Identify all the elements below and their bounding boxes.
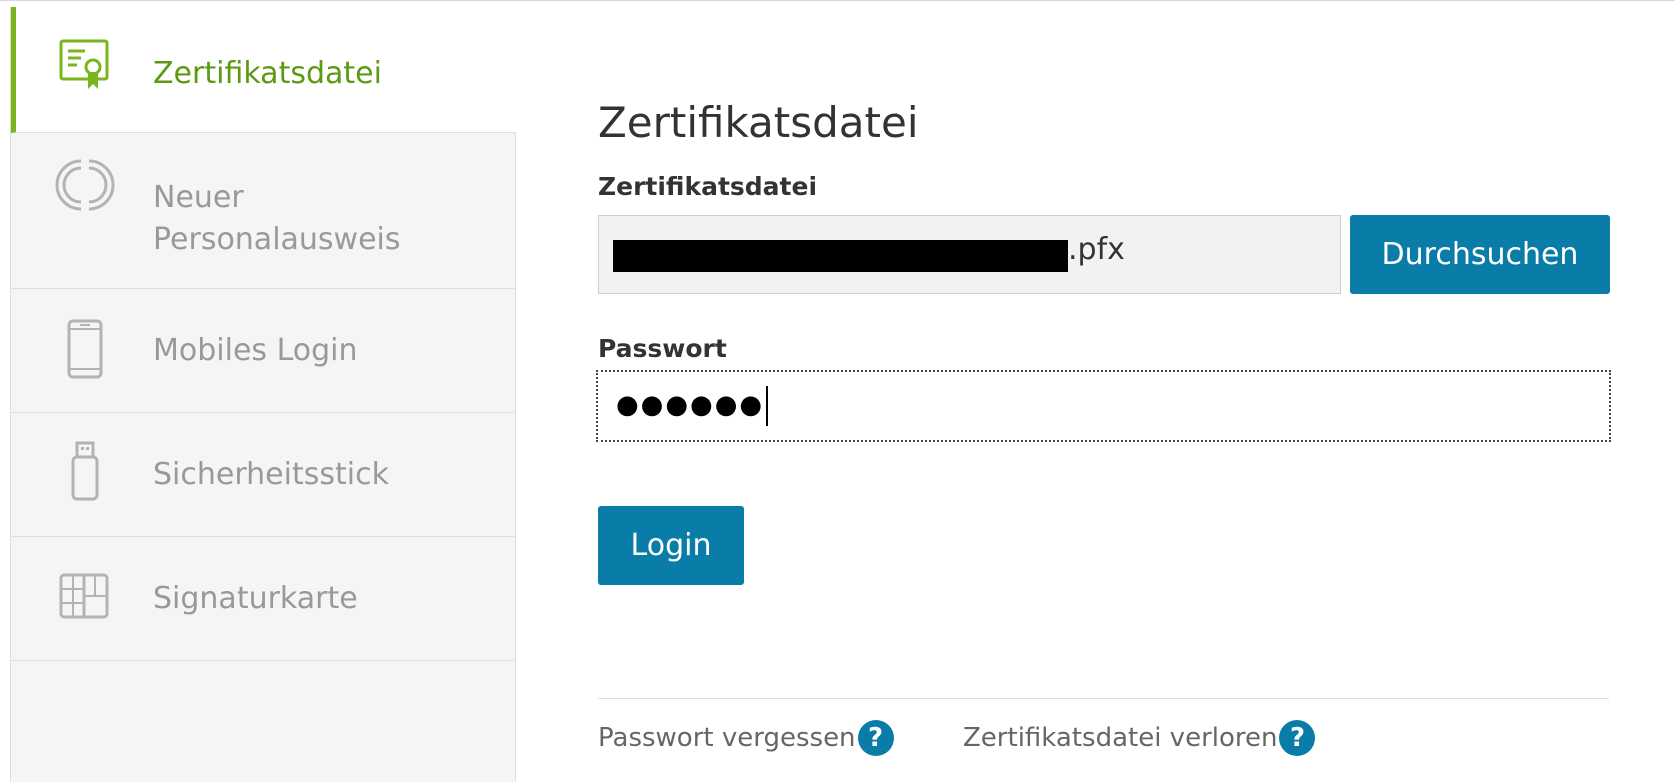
password-field-label: Passwort <box>598 334 727 363</box>
usb-stick-icon <box>71 441 99 501</box>
sidebar-item-label: Signaturkarte <box>153 581 358 616</box>
footer-divider <box>598 698 1609 699</box>
forgot-password-link[interactable]: Passwort vergessen ? <box>598 720 894 756</box>
file-field-label: Zertifikatsdatei <box>598 172 818 201</box>
help-icon[interactable]: ? <box>1279 720 1316 756</box>
sidebar-item-label: Neuer Personalausweis <box>153 180 401 257</box>
password-masked-value: ●●●●●● <box>616 390 765 420</box>
signature-card-icon <box>59 573 109 619</box>
forgot-password-label: Passwort vergessen <box>598 723 856 753</box>
certificate-icon <box>59 39 109 89</box>
certificate-file-field[interactable]: .pfx <box>598 215 1341 294</box>
sidebar-item-sicherheitsstick[interactable]: Sicherheitsstick <box>11 413 516 537</box>
sidebar-item-neuer-personalausweis[interactable]: Neuer Personalausweis <box>11 133 516 289</box>
smartphone-icon <box>67 319 103 379</box>
id-card-nfc-icon <box>55 159 115 211</box>
sidebar-item-zertifikatsdatei[interactable]: Zertifikatsdatei <box>11 7 516 133</box>
redacted-filename <box>613 240 1068 272</box>
browse-button[interactable]: Durchsuchen <box>1350 215 1610 294</box>
sidebar-item-mobiles-login[interactable]: Mobiles Login <box>11 289 516 413</box>
page-title: Zertifikatsdatei <box>598 98 919 147</box>
sidebar-item-signaturkarte[interactable]: Signaturkarte <box>11 537 516 661</box>
help-icon[interactable]: ? <box>857 720 894 756</box>
sidebar-item-label: Zertifikatsdatei <box>153 56 382 91</box>
file-extension-text: .pfx <box>1068 232 1125 267</box>
lost-certificate-label: Zertifikatsdatei verloren <box>963 723 1278 753</box>
sidebar-item-label: Sicherheitsstick <box>153 457 389 492</box>
login-button[interactable]: Login <box>598 506 744 585</box>
text-cursor <box>766 385 769 426</box>
password-input[interactable]: ●●●●●● <box>596 370 1611 442</box>
lost-certificate-link[interactable]: Zertifikatsdatei verloren ? <box>963 720 1316 756</box>
top-border <box>0 0 1675 1</box>
sidebar-item-label: Mobiles Login <box>153 333 358 368</box>
login-method-sidebar: Zertifikatsdatei Neuer Personalausweis M… <box>10 7 516 782</box>
